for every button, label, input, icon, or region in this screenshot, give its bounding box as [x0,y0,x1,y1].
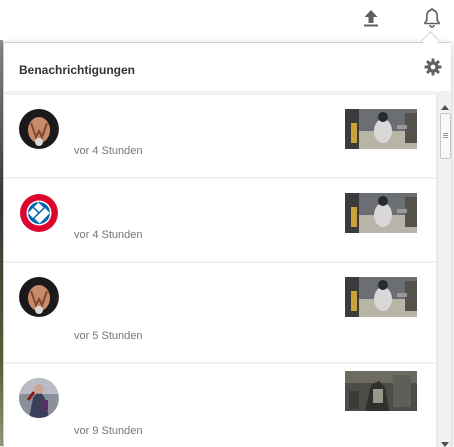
notification-list: vor 4 Stunden vor 4 Stunden vor 5 Stunde… [4,95,437,447]
video-thumbnail[interactable] [345,371,417,411]
notifications-panel: Benachrichtigungen vor 4 Stunden vor 4 S… [3,42,451,447]
redacted-text [68,376,313,410]
redacted-text [68,105,318,135]
panel-header: Benachrichtigungen [4,43,451,91]
video-thumbnail[interactable] [345,109,417,149]
channel-avatar[interactable] [19,193,59,233]
notification-time: vor 5 Stunden [74,330,143,342]
notification-time: vor 4 Stunden [74,229,143,241]
notification-item[interactable]: vor 5 Stunden [4,263,436,362]
masthead [0,0,454,38]
upload-icon[interactable] [359,6,383,30]
channel-avatar[interactable] [19,277,59,317]
video-thumbnail[interactable] [345,193,417,233]
notification-item[interactable]: vor 9 Stunden [4,364,436,447]
bell-icon[interactable] [420,6,444,30]
panel-title: Benachrichtigungen [19,63,136,77]
scroll-up-icon[interactable] [441,99,449,110]
notification-item[interactable]: vor 4 Stunden [4,95,436,177]
scrollbar[interactable] [437,95,451,447]
notification-time: vor 9 Stunden [74,425,143,437]
video-thumbnail[interactable] [345,277,417,317]
redacted-text [68,193,316,223]
scroll-thumb[interactable] [440,113,451,159]
notification-time: vor 4 Stunden [74,145,143,157]
scroll-down-icon[interactable] [441,435,449,447]
channel-avatar[interactable] [19,109,59,149]
redacted-text [68,275,313,323]
gear-icon[interactable] [423,57,443,77]
channel-avatar[interactable] [19,378,59,418]
notification-item[interactable]: vor 4 Stunden [4,179,436,261]
